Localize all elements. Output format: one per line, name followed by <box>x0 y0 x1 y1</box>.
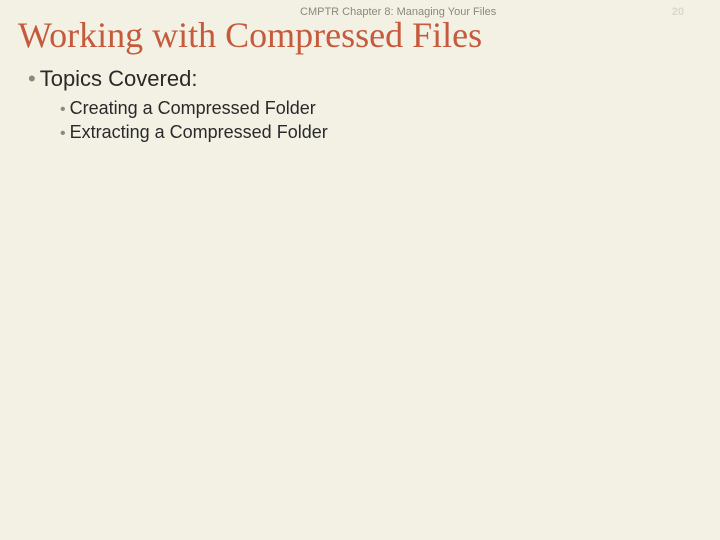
subtopics-list: •Creating a Compressed Folder •Extractin… <box>60 98 328 143</box>
topics-heading-text: Topics Covered: <box>40 66 198 91</box>
list-item-text: Extracting a Compressed Folder <box>70 122 328 142</box>
list-item-text: Creating a Compressed Folder <box>70 98 316 118</box>
content-area: •Topics Covered: •Creating a Compressed … <box>28 66 328 146</box>
bullet-icon: • <box>60 101 66 118</box>
list-item: •Extracting a Compressed Folder <box>60 122 328 143</box>
list-item: •Creating a Compressed Folder <box>60 98 328 119</box>
page-number: 20 <box>672 6 684 18</box>
slide-title: Working with Compressed Files <box>18 14 482 56</box>
topics-heading: •Topics Covered: <box>28 66 328 92</box>
bullet-icon: • <box>60 125 66 142</box>
bullet-icon: • <box>28 66 36 91</box>
